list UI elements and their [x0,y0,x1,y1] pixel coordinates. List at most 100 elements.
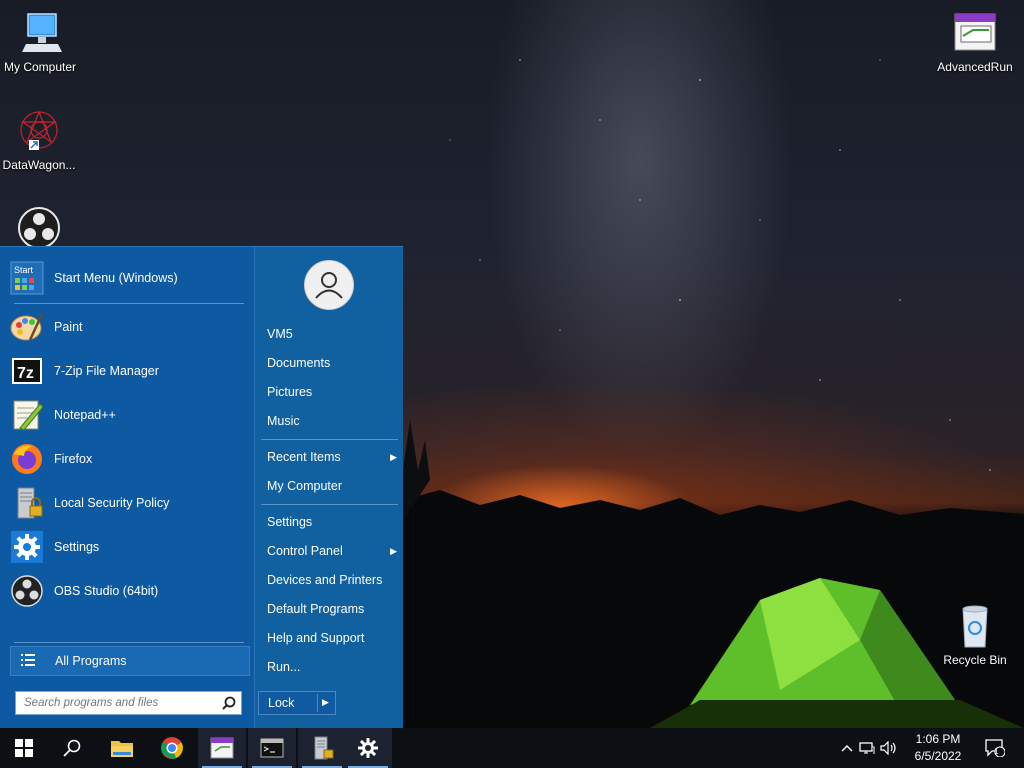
lock-button[interactable]: Lock ▶ [258,691,336,715]
submenu-arrow-icon: ▶ [390,452,397,462]
power-options-arrow-icon[interactable]: ▶ [322,697,329,708]
desktop-icon-datawagon[interactable]: DataWagon... [0,108,79,172]
desktop-icon-my-computer[interactable]: My Computer [0,10,80,74]
firefox-icon [10,442,44,476]
chevron-up-icon[interactable] [838,744,856,752]
svg-text:Start: Start [14,265,34,275]
taskbar-search-button[interactable] [48,728,96,768]
list-icon [21,653,35,669]
program-label: 7-Zip File Manager [54,364,159,378]
icon-label: Recycle Bin [943,653,1007,667]
place-label: My Computer [267,479,343,493]
place-label: Pictures [267,385,313,399]
place-recent-items[interactable]: Recent Items ▶ [267,445,401,469]
taskbar-chrome[interactable] [148,728,196,768]
icon-label: My Computer [3,60,77,74]
datawagon-icon [15,108,63,156]
taskbar-command-prompt[interactable] [248,728,296,768]
start-menu: Start Start Menu (Windows) Paint 7z 7-Zi… [0,246,403,728]
program-settings[interactable]: Settings [10,527,246,567]
place-label: Run... [267,660,301,674]
place-label: Control Panel [267,544,343,558]
clock[interactable]: 1:06 PM 6/5/2022 [906,731,970,765]
start-menu-places-pane: VM5 Documents Pictures Music Recent Item… [254,247,403,728]
recycle-bin-icon [951,603,999,651]
desktop-icon-recycle-bin[interactable]: Recycle Bin [935,603,1015,667]
program-paint[interactable]: Paint [10,307,246,347]
program-obs-studio[interactable]: OBS Studio (64bit) [10,571,246,611]
place-run[interactable]: Run... [267,655,401,679]
program-7zip[interactable]: 7z 7-Zip File Manager [10,351,246,391]
notepadpp-icon [10,398,44,432]
search-icon[interactable] [222,696,236,715]
all-programs-label: All Programs [55,654,127,668]
separator [261,504,398,505]
place-settings[interactable]: Settings [267,510,401,534]
gear-icon [358,738,378,758]
program-label: Local Security Policy [54,496,170,510]
svg-text:7z: 7z [17,365,34,382]
taskbar-settings[interactable] [344,728,392,768]
program-local-security-policy[interactable]: Local Security Policy [10,483,246,523]
search-input[interactable] [16,692,219,714]
taskbar-local-security-policy[interactable] [298,728,346,768]
user-avatar[interactable] [304,260,354,310]
search-icon [63,739,81,757]
command-prompt-icon [260,738,284,758]
start-button[interactable] [0,728,48,768]
place-label: Music [267,414,300,428]
place-my-computer[interactable]: My Computer [267,474,401,498]
place-label: Default Programs [267,602,365,616]
program-firefox[interactable]: Firefox [10,439,246,479]
program-label: Start Menu (Windows) [54,271,178,285]
place-control-panel[interactable]: Control Panel ▶ [267,539,401,563]
taskbar: 1:06 PM 6/5/2022 1 [0,728,1024,768]
place-default-programs[interactable]: Default Programs [267,597,401,621]
start-menu-programs-pane: Start Start Menu (Windows) Paint 7z 7-Zi… [0,247,254,728]
place-label: Settings [267,515,313,529]
advancedrun-icon [210,737,234,759]
clock-date: 6/5/2022 [914,749,962,763]
network-icon[interactable] [856,741,878,755]
place-pictures[interactable]: Pictures [267,380,401,404]
volume-icon[interactable] [878,741,900,755]
user-icon [315,272,343,299]
lock-label: Lock [268,696,295,710]
all-programs-button[interactable]: All Programs [10,646,250,676]
taskbar-advancedrun[interactable] [198,728,246,768]
program-label: Paint [54,320,83,334]
icon-label: DataWagon... [2,158,76,172]
place-vm5[interactable]: VM5 [267,322,401,346]
search-box[interactable] [15,691,242,715]
advancedrun-icon [951,10,999,58]
program-start-menu-windows[interactable]: Start Start Menu (Windows) [10,258,246,298]
program-notepadpp[interactable]: Notepad++ [10,395,246,435]
program-label: Notepad++ [54,408,116,422]
desktop-icon-advancedrun[interactable]: AdvancedRun [935,10,1015,74]
gear-icon [10,530,44,564]
notification-count: 1 [994,747,999,756]
separator [14,303,244,304]
separator [14,642,244,643]
submenu-arrow-icon: ▶ [390,546,397,556]
notification-center-button[interactable]: 1 [980,728,1010,768]
folder-icon [111,741,133,757]
windows-logo-icon [15,739,33,757]
place-music[interactable]: Music [267,409,401,433]
start-menu-icon: Start [10,261,44,295]
taskbar-file-explorer[interactable] [98,728,146,768]
security-policy-icon [314,736,334,760]
place-label: Documents [267,356,331,370]
program-label: Firefox [54,452,93,466]
place-label: Help and Support [267,631,365,645]
clock-time: 1:06 PM [915,732,961,746]
place-label: Recent Items [267,450,341,464]
place-documents[interactable]: Documents [267,351,401,375]
security-policy-icon [10,486,44,520]
7zip-icon: 7z [10,354,44,388]
place-devices-and-printers[interactable]: Devices and Printers [267,568,401,592]
separator [261,439,398,440]
place-help-and-support[interactable]: Help and Support [267,626,401,650]
program-label: OBS Studio (64bit) [54,584,159,598]
paint-icon [10,310,44,344]
